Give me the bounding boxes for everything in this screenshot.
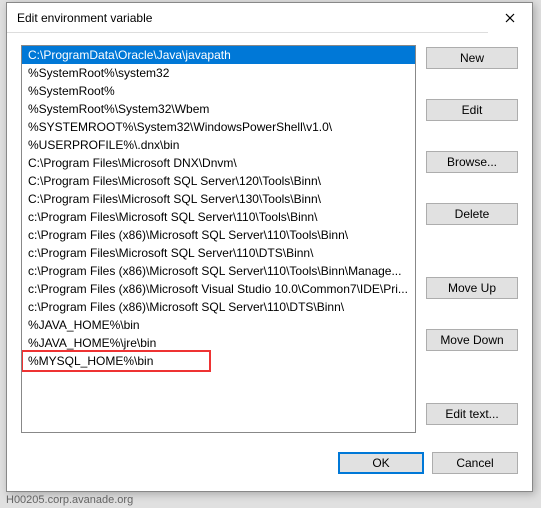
titlebar: Edit environment variable [7, 3, 532, 33]
path-list-item[interactable]: C:\Program Files\Microsoft DNX\Dnvm\ [22, 154, 415, 172]
cancel-button[interactable]: Cancel [432, 452, 518, 474]
path-list-item[interactable]: C:\Program Files\Microsoft SQL Server\13… [22, 190, 415, 208]
path-list-item[interactable]: %SystemRoot%\System32\Wbem [22, 100, 415, 118]
path-list-item[interactable]: %JAVA_HOME%\jre\bin [22, 334, 415, 352]
close-icon [505, 13, 515, 23]
delete-button[interactable]: Delete [426, 203, 518, 225]
path-list-item[interactable]: %SystemRoot%\system32 [22, 64, 415, 82]
new-button[interactable]: New [426, 47, 518, 69]
background-hostname: H00205.corp.avanade.org [6, 494, 133, 506]
path-list-item[interactable]: c:\Program Files\Microsoft SQL Server\11… [22, 208, 415, 226]
move-up-button[interactable]: Move Up [426, 277, 518, 299]
dialog-body: C:\ProgramData\Oracle\Java\javapath%Syst… [7, 33, 532, 447]
close-button[interactable] [488, 3, 532, 33]
path-list-item[interactable]: %USERPROFILE%\.dnx\bin [22, 136, 415, 154]
browse-button[interactable]: Browse... [426, 151, 518, 173]
path-list-item[interactable]: %SYSTEMROOT%\System32\WindowsPowerShell\… [22, 118, 415, 136]
path-list-item[interactable]: c:\Program Files (x86)\Microsoft SQL Ser… [22, 298, 415, 316]
path-list-item[interactable]: %MYSQL_HOME%\bin [22, 352, 415, 370]
path-list-item[interactable]: C:\Program Files\Microsoft SQL Server\12… [22, 172, 415, 190]
path-list-container: C:\ProgramData\Oracle\Java\javapath%Syst… [21, 45, 416, 433]
edit-button[interactable]: Edit [426, 99, 518, 121]
path-list-item[interactable]: C:\ProgramData\Oracle\Java\javapath [22, 46, 415, 64]
ok-button[interactable]: OK [338, 452, 424, 474]
path-list-item[interactable]: c:\Program Files (x86)\Microsoft SQL Ser… [22, 226, 415, 244]
dialog-footer: OK Cancel [7, 447, 532, 491]
edit-env-var-dialog: Edit environment variable C:\ProgramData… [6, 2, 533, 492]
path-list-item[interactable]: %SystemRoot% [22, 82, 415, 100]
path-list-item[interactable]: %JAVA_HOME%\bin [22, 316, 415, 334]
path-list-item[interactable]: c:\Program Files\Microsoft SQL Server\11… [22, 244, 415, 262]
path-list-item[interactable]: c:\Program Files (x86)\Microsoft Visual … [22, 280, 415, 298]
dialog-title: Edit environment variable [17, 11, 152, 25]
side-buttons: New Edit Browse... Delete Move Up Move D… [426, 45, 518, 433]
path-list[interactable]: C:\ProgramData\Oracle\Java\javapath%Syst… [22, 46, 415, 432]
move-down-button[interactable]: Move Down [426, 329, 518, 351]
path-list-item[interactable]: c:\Program Files (x86)\Microsoft SQL Ser… [22, 262, 415, 280]
edit-text-button[interactable]: Edit text... [426, 403, 518, 425]
